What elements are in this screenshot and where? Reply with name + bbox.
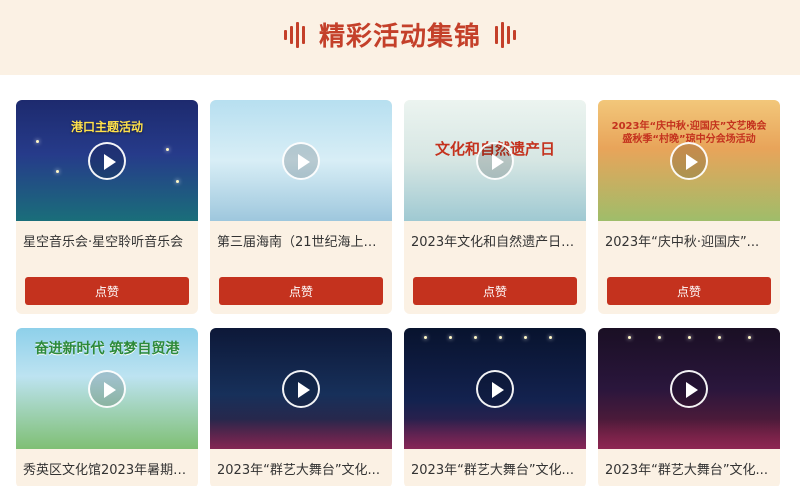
activity-card[interactable]: 文化和自然遗产日 2023年文化和自然遗产日之... 点赞 bbox=[404, 100, 586, 314]
card-title[interactable]: 2023年“群艺大舞台”文化... bbox=[411, 459, 581, 478]
play-icon[interactable] bbox=[670, 369, 708, 408]
title-wrap: 精彩活动集锦 bbox=[283, 16, 516, 53]
video-thumbnail[interactable] bbox=[598, 328, 780, 449]
activity-grid: 港口主题活动 星空音乐会·星空聆听音乐会 点赞 第三届海南（21世纪海上丝路..… bbox=[16, 100, 786, 486]
activity-card[interactable]: 第三届海南（21世纪海上丝路... 点赞 bbox=[210, 100, 392, 314]
activity-card[interactable]: 2023年“群艺大舞台”文化... bbox=[404, 328, 586, 486]
play-icon[interactable] bbox=[88, 369, 126, 408]
like-button[interactable]: 点赞 bbox=[25, 277, 189, 305]
play-icon[interactable] bbox=[670, 141, 708, 180]
play-icon[interactable] bbox=[282, 141, 320, 180]
play-icon[interactable] bbox=[476, 369, 514, 408]
title-deco-left-icon bbox=[283, 21, 305, 48]
section-title: 精彩活动集锦 bbox=[318, 22, 481, 52]
card-title[interactable]: 第三届海南（21世纪海上丝路... bbox=[217, 231, 387, 250]
video-thumbnail[interactable] bbox=[210, 100, 392, 221]
activity-card[interactable]: 2023年“庆中秋·迎国庆”文艺晚会 盛秋季“村晚”琼中分会场活动 2023年“… bbox=[598, 100, 780, 314]
card-title[interactable]: 2023年“庆中秋·迎国庆”... bbox=[605, 231, 775, 250]
video-thumbnail[interactable]: 2023年“庆中秋·迎国庆”文艺晚会 盛秋季“村晚”琼中分会场活动 bbox=[598, 100, 780, 221]
activity-card[interactable]: 2023年“群艺大舞台”文化... bbox=[210, 328, 392, 486]
activity-card[interactable]: 奋进新时代 筑梦自贸港 秀英区文化馆2023年暑期免... bbox=[16, 328, 198, 486]
play-icon[interactable] bbox=[88, 141, 126, 180]
section-header: 精彩活动集锦 bbox=[0, 0, 800, 75]
card-title[interactable]: 2023年“群艺大舞台”文化... bbox=[605, 459, 775, 478]
video-thumbnail[interactable]: 奋进新时代 筑梦自贸港 bbox=[16, 328, 198, 449]
card-title[interactable]: 2023年文化和自然遗产日之... bbox=[411, 231, 581, 250]
video-thumbnail[interactable] bbox=[210, 328, 392, 449]
like-button[interactable]: 点赞 bbox=[219, 277, 383, 305]
stage-decor bbox=[598, 419, 780, 449]
video-thumbnail[interactable] bbox=[404, 328, 586, 449]
like-button[interactable]: 点赞 bbox=[413, 277, 577, 305]
play-icon[interactable] bbox=[282, 369, 320, 408]
video-thumbnail[interactable]: 港口主题活动 bbox=[16, 100, 198, 221]
title-deco-right-icon bbox=[495, 21, 516, 48]
stage-decor bbox=[210, 419, 392, 449]
stage-decor bbox=[404, 419, 586, 449]
card-title[interactable]: 秀英区文化馆2023年暑期免... bbox=[23, 459, 193, 478]
card-title[interactable]: 2023年“群艺大舞台”文化... bbox=[217, 459, 387, 478]
activity-card[interactable]: 港口主题活动 星空音乐会·星空聆听音乐会 点赞 bbox=[16, 100, 198, 314]
like-button[interactable]: 点赞 bbox=[607, 277, 771, 305]
thumbnail-caption: 奋进新时代 筑梦自贸港 bbox=[34, 341, 180, 357]
video-thumbnail[interactable]: 文化和自然遗产日 bbox=[404, 100, 586, 221]
thumbnail-caption: 港口主题活动 bbox=[70, 120, 143, 134]
card-title[interactable]: 星空音乐会·星空聆听音乐会 bbox=[23, 231, 193, 250]
activity-card[interactable]: 2023年“群艺大舞台”文化... bbox=[598, 328, 780, 486]
play-icon[interactable] bbox=[476, 141, 514, 180]
